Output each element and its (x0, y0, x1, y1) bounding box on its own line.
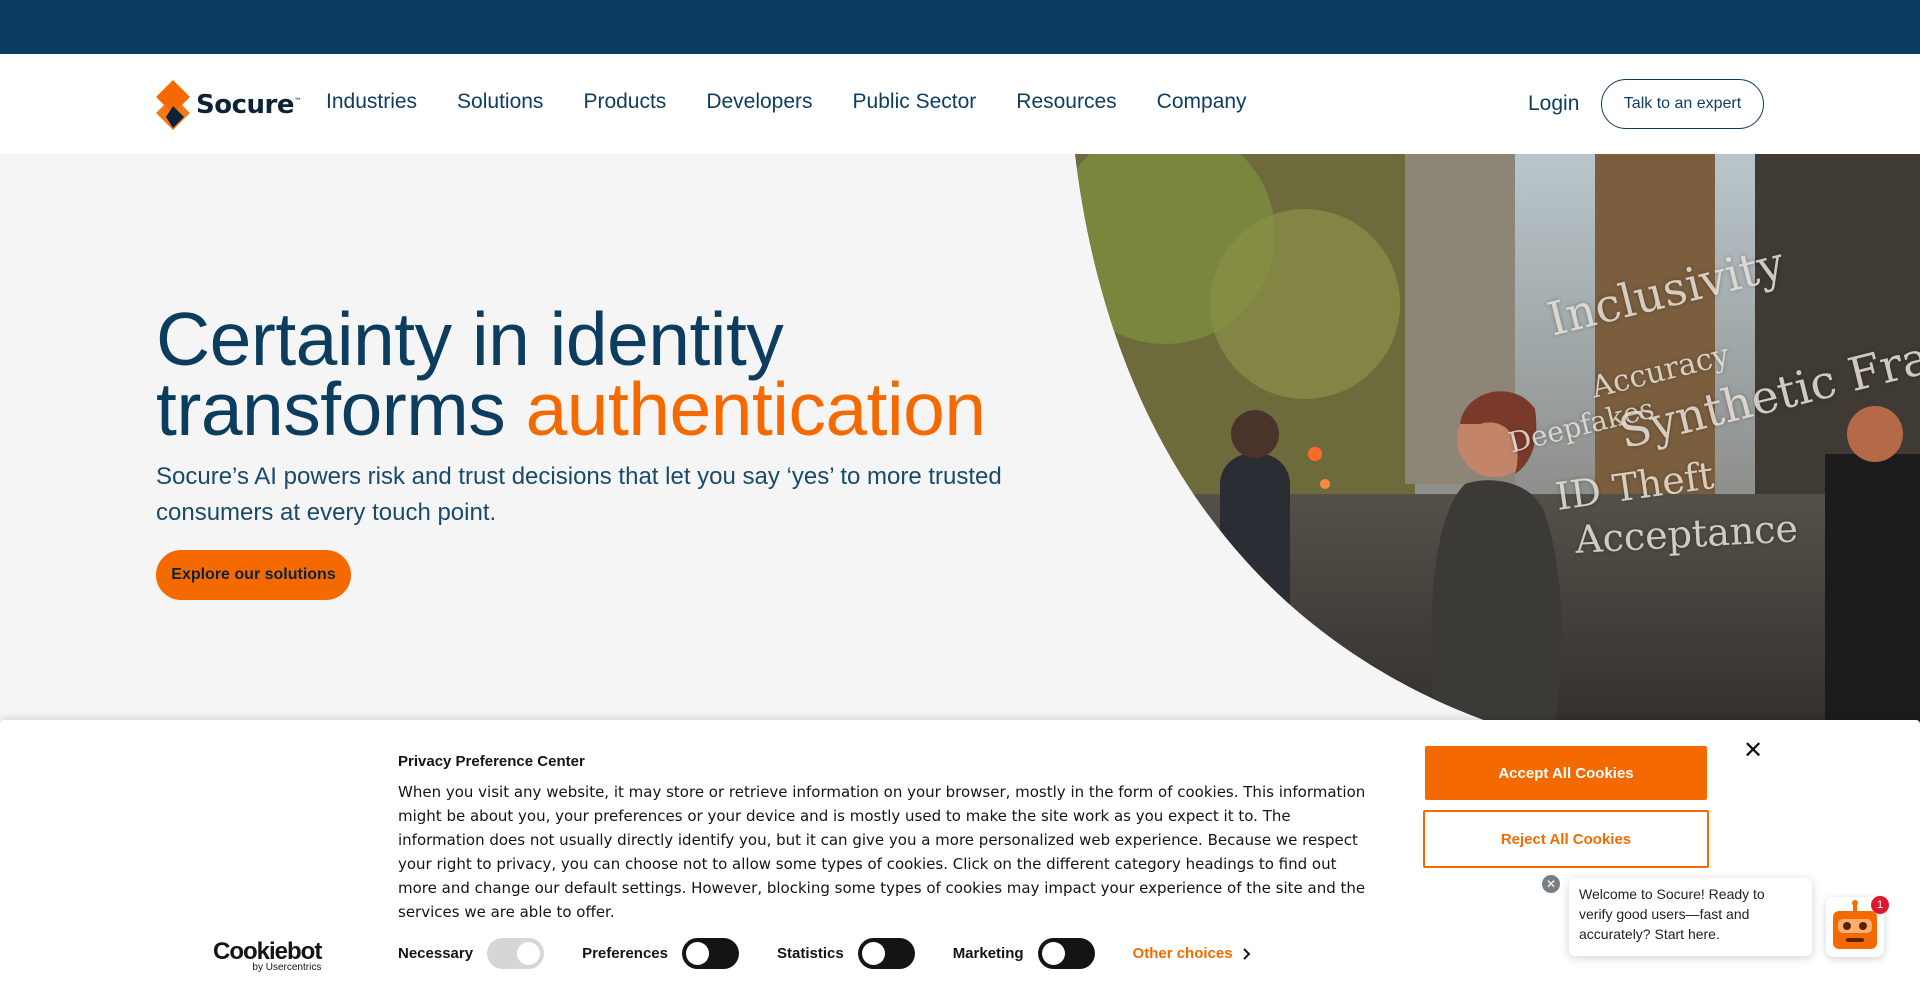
marketing-toggle[interactable] (1037, 938, 1095, 969)
nav-item-industries[interactable]: Industries (326, 90, 417, 114)
cookie-description: When you visit any website, it may store… (398, 783, 1366, 921)
other-choices-label: Other choices (1132, 945, 1233, 962)
chevron-right-icon (1242, 947, 1251, 960)
socure-logo[interactable]: Socure™ (156, 80, 302, 130)
nav-links: Industries Solutions Products Developers… (326, 90, 1287, 114)
preferences-toggle[interactable] (681, 938, 739, 969)
reject-all-cookies-button[interactable]: Reject All Cookies (1423, 810, 1709, 868)
hero-image: Inclusivity Accuracy Deepfakes Synthetic… (1075, 154, 1920, 724)
hero-photo (1075, 154, 1920, 724)
marketing-label: Marketing (952, 945, 1024, 962)
talk-to-expert-button[interactable]: Talk to an expert (1601, 79, 1764, 129)
cookiebot-logo: Cookiebot by Usercentrics (213, 938, 322, 973)
top-banner (0, 0, 1920, 54)
socure-logo-icon (156, 80, 190, 130)
necessary-label: Necessary (398, 945, 474, 962)
notification-badge: 1 (1871, 896, 1889, 914)
main-nav: Socure™ Industries Solutions Products De… (0, 54, 1920, 154)
nav-item-public-sector[interactable]: Public Sector (853, 90, 977, 114)
hero-title-line2: transforms (156, 367, 526, 451)
hero-title-accent: authentication (525, 367, 987, 451)
necessary-toggle (487, 938, 545, 969)
other-choices-link[interactable]: Other choices (1133, 945, 1251, 962)
nav-item-solutions[interactable]: Solutions (457, 90, 543, 114)
accept-all-cookies-button[interactable]: Accept All Cookies (1425, 746, 1707, 800)
chat-welcome-bubble[interactable]: Welcome to Socure! Ready to verify good … (1569, 878, 1812, 956)
nav-item-company[interactable]: Company (1157, 90, 1247, 114)
statistics-label: Statistics (776, 945, 844, 962)
statistics-toggle[interactable] (857, 938, 915, 969)
nav-item-products[interactable]: Products (583, 90, 666, 114)
preferences-label: Preferences (582, 945, 668, 962)
cookie-title: Privacy Preference Center (398, 753, 585, 770)
nav-item-developers[interactable]: Developers (706, 90, 812, 114)
hero-subtitle: Socure’s AI powers risk and trust decisi… (156, 463, 1002, 526)
close-icon[interactable]: ✕ (1741, 738, 1765, 762)
login-link[interactable]: Login (1528, 92, 1579, 116)
hero-title: Certainty in identity transforms authent… (156, 302, 986, 447)
cookie-category-row: Necessary Preferences Statistics Marketi… (398, 938, 1251, 969)
brand-name: Socure™ (196, 90, 302, 120)
explore-solutions-button[interactable]: Explore our solutions (156, 550, 351, 600)
nav-item-resources[interactable]: Resources (1016, 90, 1116, 114)
chat-close-icon[interactable]: ✕ (1542, 875, 1560, 893)
